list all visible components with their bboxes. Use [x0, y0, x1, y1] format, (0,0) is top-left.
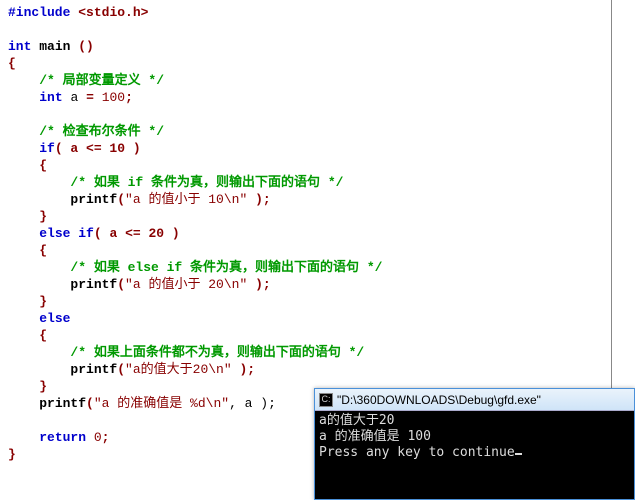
out-line: Press any key to continue: [319, 445, 515, 460]
semi: ;: [102, 430, 110, 445]
paren: (): [78, 39, 94, 54]
kw-int: int: [39, 90, 62, 105]
out-line: a 的准确值是 100: [319, 429, 431, 444]
args: , a );: [229, 396, 276, 411]
num-100: 100: [102, 90, 125, 105]
rps: );: [239, 362, 255, 377]
console-icon: C:: [319, 393, 333, 407]
kw-if: if: [39, 141, 55, 156]
preproc-include: #include: [8, 5, 70, 20]
kw-else: else: [39, 226, 70, 241]
brace: {: [8, 56, 16, 71]
fn-printf: printf: [70, 362, 117, 377]
kw-return: return: [39, 430, 86, 445]
comment: /* 如果 else if 条件为真，则输出下面的语句 */: [70, 260, 382, 275]
cond: ( a <= 20 ): [94, 226, 180, 241]
id-a: a: [70, 90, 78, 105]
kw-else: else: [39, 311, 70, 326]
brace: }: [39, 209, 47, 224]
str: "a的值大于20\n": [125, 362, 232, 377]
num-0: 0: [94, 430, 102, 445]
fn-printf: printf: [70, 192, 117, 207]
op-eq: =: [86, 90, 94, 105]
header-name: <stdio.h>: [78, 5, 148, 20]
console-output: a的值大于20 a 的准确值是 100 Press any key to con…: [315, 411, 634, 463]
fn-printf: printf: [70, 277, 117, 292]
cursor: [515, 453, 522, 455]
comment: /* 如果 if 条件为真，则输出下面的语句 */: [70, 175, 343, 190]
console-window[interactable]: C: "D:\360DOWNLOADS\Debug\gfd.exe" a的值大于…: [314, 388, 635, 500]
out-line: a的值大于20: [319, 413, 394, 428]
str: "a 的值小于 20\n": [125, 277, 247, 292]
str: "a 的准确值是 %d\n": [94, 396, 229, 411]
cond: ( a <= 10 ): [55, 141, 141, 156]
rps: );: [255, 192, 271, 207]
comment: /* 局部变量定义 */: [39, 73, 164, 88]
rps: );: [255, 277, 271, 292]
console-title-text: "D:\360DOWNLOADS\Debug\gfd.exe": [337, 393, 541, 407]
brace: {: [39, 328, 47, 343]
fn-main: main: [39, 39, 70, 54]
brace: {: [39, 243, 47, 258]
comment: /* 检查布尔条件 */: [39, 124, 164, 139]
kw-int: int: [8, 39, 31, 54]
console-titlebar[interactable]: C: "D:\360DOWNLOADS\Debug\gfd.exe": [315, 389, 634, 411]
kw-if: if: [78, 226, 94, 241]
brace: {: [39, 158, 47, 173]
comment: /* 如果上面条件都不为真，则输出下面的语句 */: [70, 345, 364, 360]
brace: }: [39, 294, 47, 309]
brace: }: [8, 447, 16, 462]
semi: ;: [125, 90, 133, 105]
fn-printf: printf: [39, 396, 86, 411]
str: "a 的值小于 10\n": [125, 192, 247, 207]
brace: }: [39, 379, 47, 394]
